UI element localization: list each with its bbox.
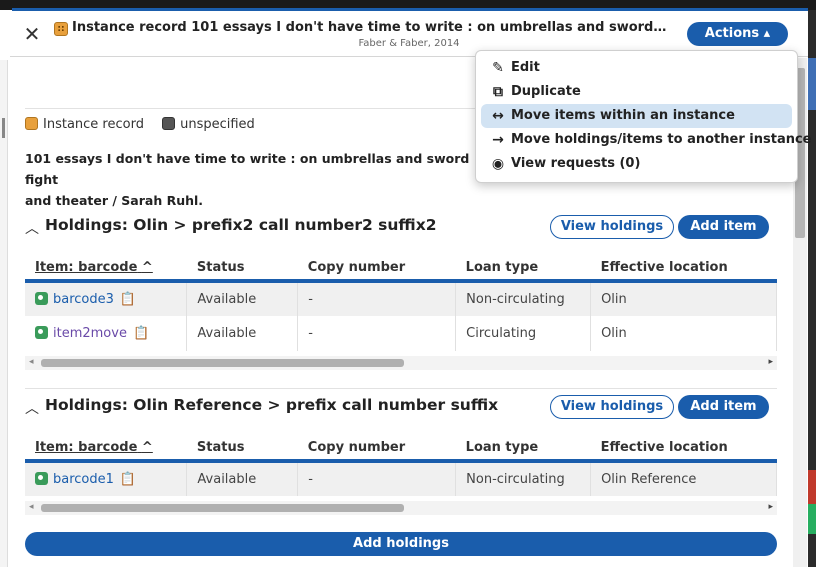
menu-item-label: View requests (0) [511,156,641,171]
menu-item-label: Move holdings/items to another instance [511,132,812,147]
location-cell: Olin [590,316,777,351]
holdings-title[interactable]: Holdings: Olin Reference > prefix call n… [45,396,498,414]
column-header-label[interactable]: Item: barcode [35,260,137,275]
instance-record-icon [25,117,38,130]
scroll-right-icon[interactable]: ▸ [768,502,773,512]
barcode-link[interactable]: barcode3 [53,292,114,307]
column-header-copy-number[interactable]: Copy number [297,435,456,463]
menu-item-duplicate[interactable]: ⧉ Duplicate [481,80,792,104]
chevron-up-icon[interactable]: ︿ [25,218,39,238]
holdings-accordion: ︿ Holdings: Olin Reference > prefix call… [25,385,777,515]
items-table: Item: barcode ^ Status Copy number Loan … [25,435,777,496]
column-header-barcode[interactable]: Item: barcode ^ [25,435,187,463]
menu-item-label: Edit [511,60,540,75]
status-cell: Available [186,316,299,351]
barcode-cell: barcode3 📋 [25,281,188,316]
actions-button[interactable]: Actions ▴ [687,22,788,46]
scroll-right-icon[interactable]: ▸ [768,357,773,367]
barcode-link[interactable]: item2move [53,326,127,341]
view-holdings-button[interactable]: View holdings [550,215,674,239]
column-header-status[interactable]: Status [186,255,298,283]
view-holdings-button[interactable]: View holdings [550,395,674,419]
table-row[interactable]: item2move 📋 Available - Circulating Olin [25,316,777,351]
table-row[interactable]: barcode1 📋 Available - Non-circulating Ol… [25,461,777,496]
instance-title-line: 101 essays I don't have time to write : … [25,151,470,187]
sort-ascending-icon: ^ [141,259,153,275]
scrollbar-thumb[interactable] [41,359,404,367]
loan-type-cell: Circulating [455,316,592,351]
add-item-button[interactable]: Add item [678,395,769,419]
eye-icon: ◉ [491,156,505,172]
item-record-icon [35,472,48,485]
menu-item-label: Move items within an instance [511,108,735,123]
chevron-up-icon[interactable]: ︿ [25,398,39,418]
instance-title: 101 essays I don't have time to write : … [25,148,480,211]
copy-number-cell: - [297,461,457,496]
actions-menu: ✎ Edit ⧉ Duplicate ↔ Move items within an i… [475,50,812,183]
column-header-barcode[interactable]: Item: barcode ^ [25,255,187,283]
pencil-icon: ✎ [492,60,504,76]
column-header-label[interactable]: Item: barcode [35,440,137,455]
column-header-copy-number[interactable]: Copy number [297,255,456,283]
record-type-label: Instance record [43,117,144,132]
window-top-bar [0,0,816,11]
add-holdings-button[interactable]: Add holdings [25,532,777,556]
holdings-header[interactable]: ︿ Holdings: Olin Reference > prefix call… [25,385,777,427]
copy-number-cell: - [297,281,457,316]
record-status-label: unspecified [180,117,255,132]
loan-type-cell: Non-circulating [455,461,592,496]
location-cell: Olin [590,281,777,316]
loan-type-cell: Non-circulating [455,281,592,316]
status-cell: Available [186,281,299,316]
barcode-link[interactable]: barcode1 [53,472,114,487]
menu-item-move-to-another-instance[interactable]: → Move holdings/items to another instance [481,128,811,152]
holdings-accordion: ︿ Holdings: Olin > prefix2 call number2 … [25,205,777,370]
column-header-loan-type[interactable]: Loan type [455,255,591,283]
scroll-left-icon[interactable]: ◂ [29,502,34,512]
page-title: Instance record 101 essays I don't have … [72,20,670,35]
arrow-right-icon: → [492,132,504,148]
move-arrows-icon: ↔ [492,108,504,124]
holdings-title[interactable]: Holdings: Olin > prefix2 call number2 su… [45,216,436,234]
scroll-left-icon[interactable]: ◂ [29,357,34,367]
column-header-effective-location[interactable]: Effective location [590,435,777,463]
menu-item-view-requests[interactable]: ◉ View requests (0) [481,152,792,176]
duplicate-icon: ⧉ [493,84,503,100]
item-record-icon [35,292,48,305]
menu-item-label: Duplicate [511,84,581,99]
table-row[interactable]: barcode3 📋 Available - Non-circulating Ol… [25,281,777,316]
edge-decoration [808,470,816,504]
scrollbar-thumb[interactable] [41,504,404,512]
horizontal-scrollbar[interactable]: ◂ ▸ [25,356,777,370]
menu-item-edit[interactable]: ✎ Edit [481,56,792,80]
clipboard-icon[interactable]: 📋 [120,472,136,487]
status-icon [162,117,176,130]
column-header-loan-type[interactable]: Loan type [455,435,591,463]
holdings-header[interactable]: ︿ Holdings: Olin > prefix2 call number2 … [25,205,777,247]
barcode-cell: barcode1 📋 [25,461,188,496]
background-window-edge [808,10,816,567]
item-record-icon [35,326,48,339]
menu-item-move-within-instance[interactable]: ↔ Move items within an instance [481,104,792,128]
status-cell: Available [186,461,299,496]
column-header-status[interactable]: Status [186,435,298,463]
instance-tags: Instance record unspecified [25,117,269,135]
clipboard-icon[interactable]: 📋 [120,292,136,307]
items-table: Item: barcode ^ Status Copy number Loan … [25,255,777,351]
location-cell: Olin Reference [590,461,777,496]
clipboard-icon[interactable]: 📋 [133,326,149,341]
column-header-effective-location[interactable]: Effective location [590,255,777,283]
barcode-cell: item2move 📋 [25,316,188,351]
left-pane-edge [0,60,8,567]
edge-decoration [808,58,816,110]
left-pane-marker [2,118,5,138]
add-item-button[interactable]: Add item [678,215,769,239]
edge-decoration [808,504,816,534]
instance-record-icon: :: [54,22,68,36]
horizontal-scrollbar[interactable]: ◂ ▸ [25,501,777,515]
copy-number-cell: - [297,316,457,351]
sort-ascending-icon: ^ [141,439,153,455]
